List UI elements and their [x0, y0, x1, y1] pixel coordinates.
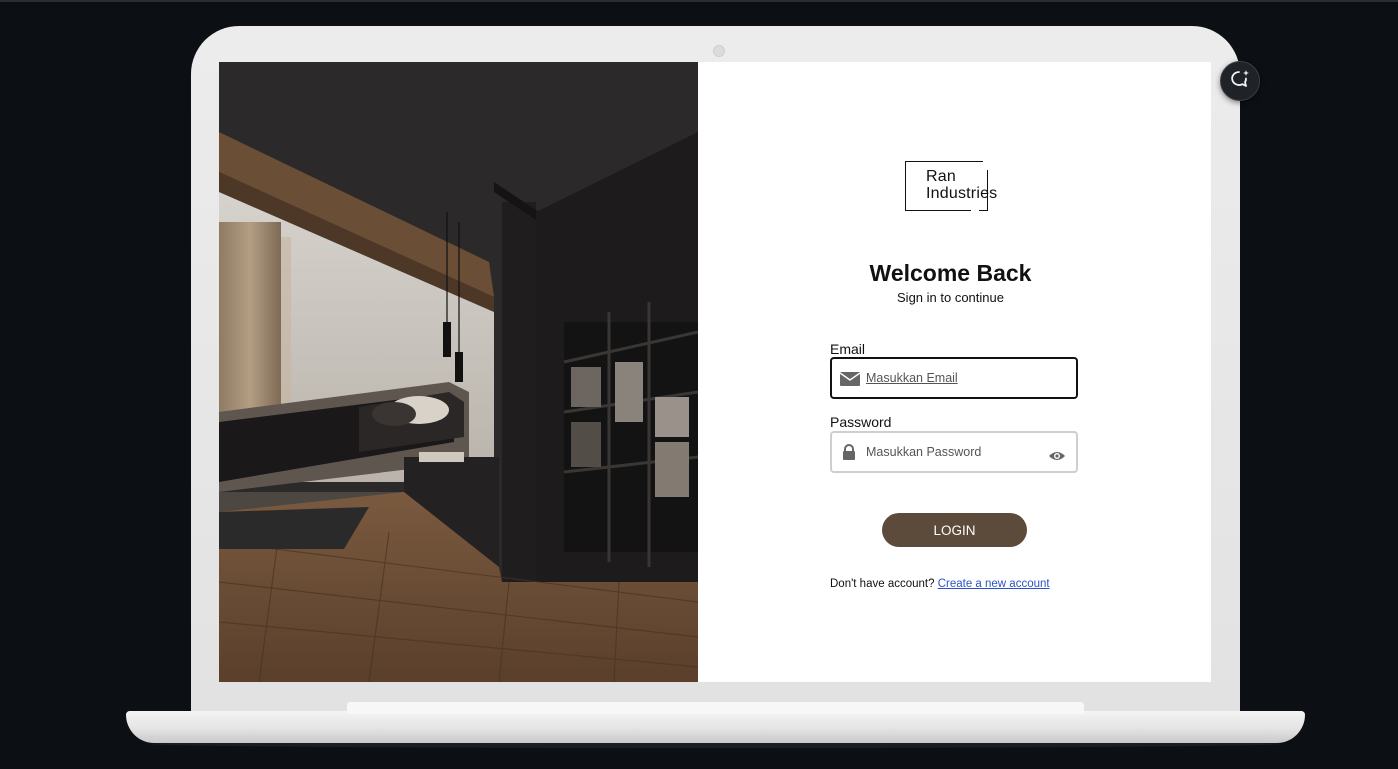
laptop-base-notch	[347, 702, 1084, 714]
email-label: Email	[830, 341, 866, 357]
create-account-link[interactable]: Create a new account	[938, 578, 1050, 590]
brand-logo: Ran Industries	[905, 160, 997, 212]
chat-sparkle-icon	[1229, 68, 1251, 94]
signup-prompt-text: Don't have account?	[830, 578, 935, 590]
laptop-camera	[713, 45, 725, 57]
page-subtitle: Sign in to continue	[897, 290, 1004, 305]
bedroom-hero-image	[219, 62, 698, 682]
signup-prompt: Don't have account? Create a new account	[830, 578, 1050, 590]
laptop-base	[126, 711, 1305, 743]
login-panel: Ran Industries Welcome Back Sign in to c…	[698, 62, 1211, 682]
logo-frame-gap	[971, 208, 979, 212]
email-field-wrapper[interactable]	[830, 357, 1078, 399]
brand-line-2: Industries	[926, 185, 998, 202]
lock-icon	[842, 444, 856, 464]
brand-name: Ran Industries	[926, 168, 997, 202]
brand-line-1: Ran	[926, 168, 956, 185]
top-edge-line	[0, 0, 1398, 2]
chat-button[interactable]	[1220, 61, 1260, 101]
page-title: Welcome Back	[869, 260, 1032, 286]
eye-icon[interactable]	[1048, 447, 1066, 466]
envelope-icon	[839, 371, 861, 390]
email-input[interactable]	[866, 367, 1046, 389]
password-field-wrapper[interactable]	[830, 431, 1078, 473]
password-input[interactable]	[866, 441, 1046, 463]
laptop-screen: Ran Industries Welcome Back Sign in to c…	[219, 62, 1211, 682]
password-label: Password	[830, 414, 892, 430]
login-button[interactable]: LOGIN	[882, 513, 1027, 547]
